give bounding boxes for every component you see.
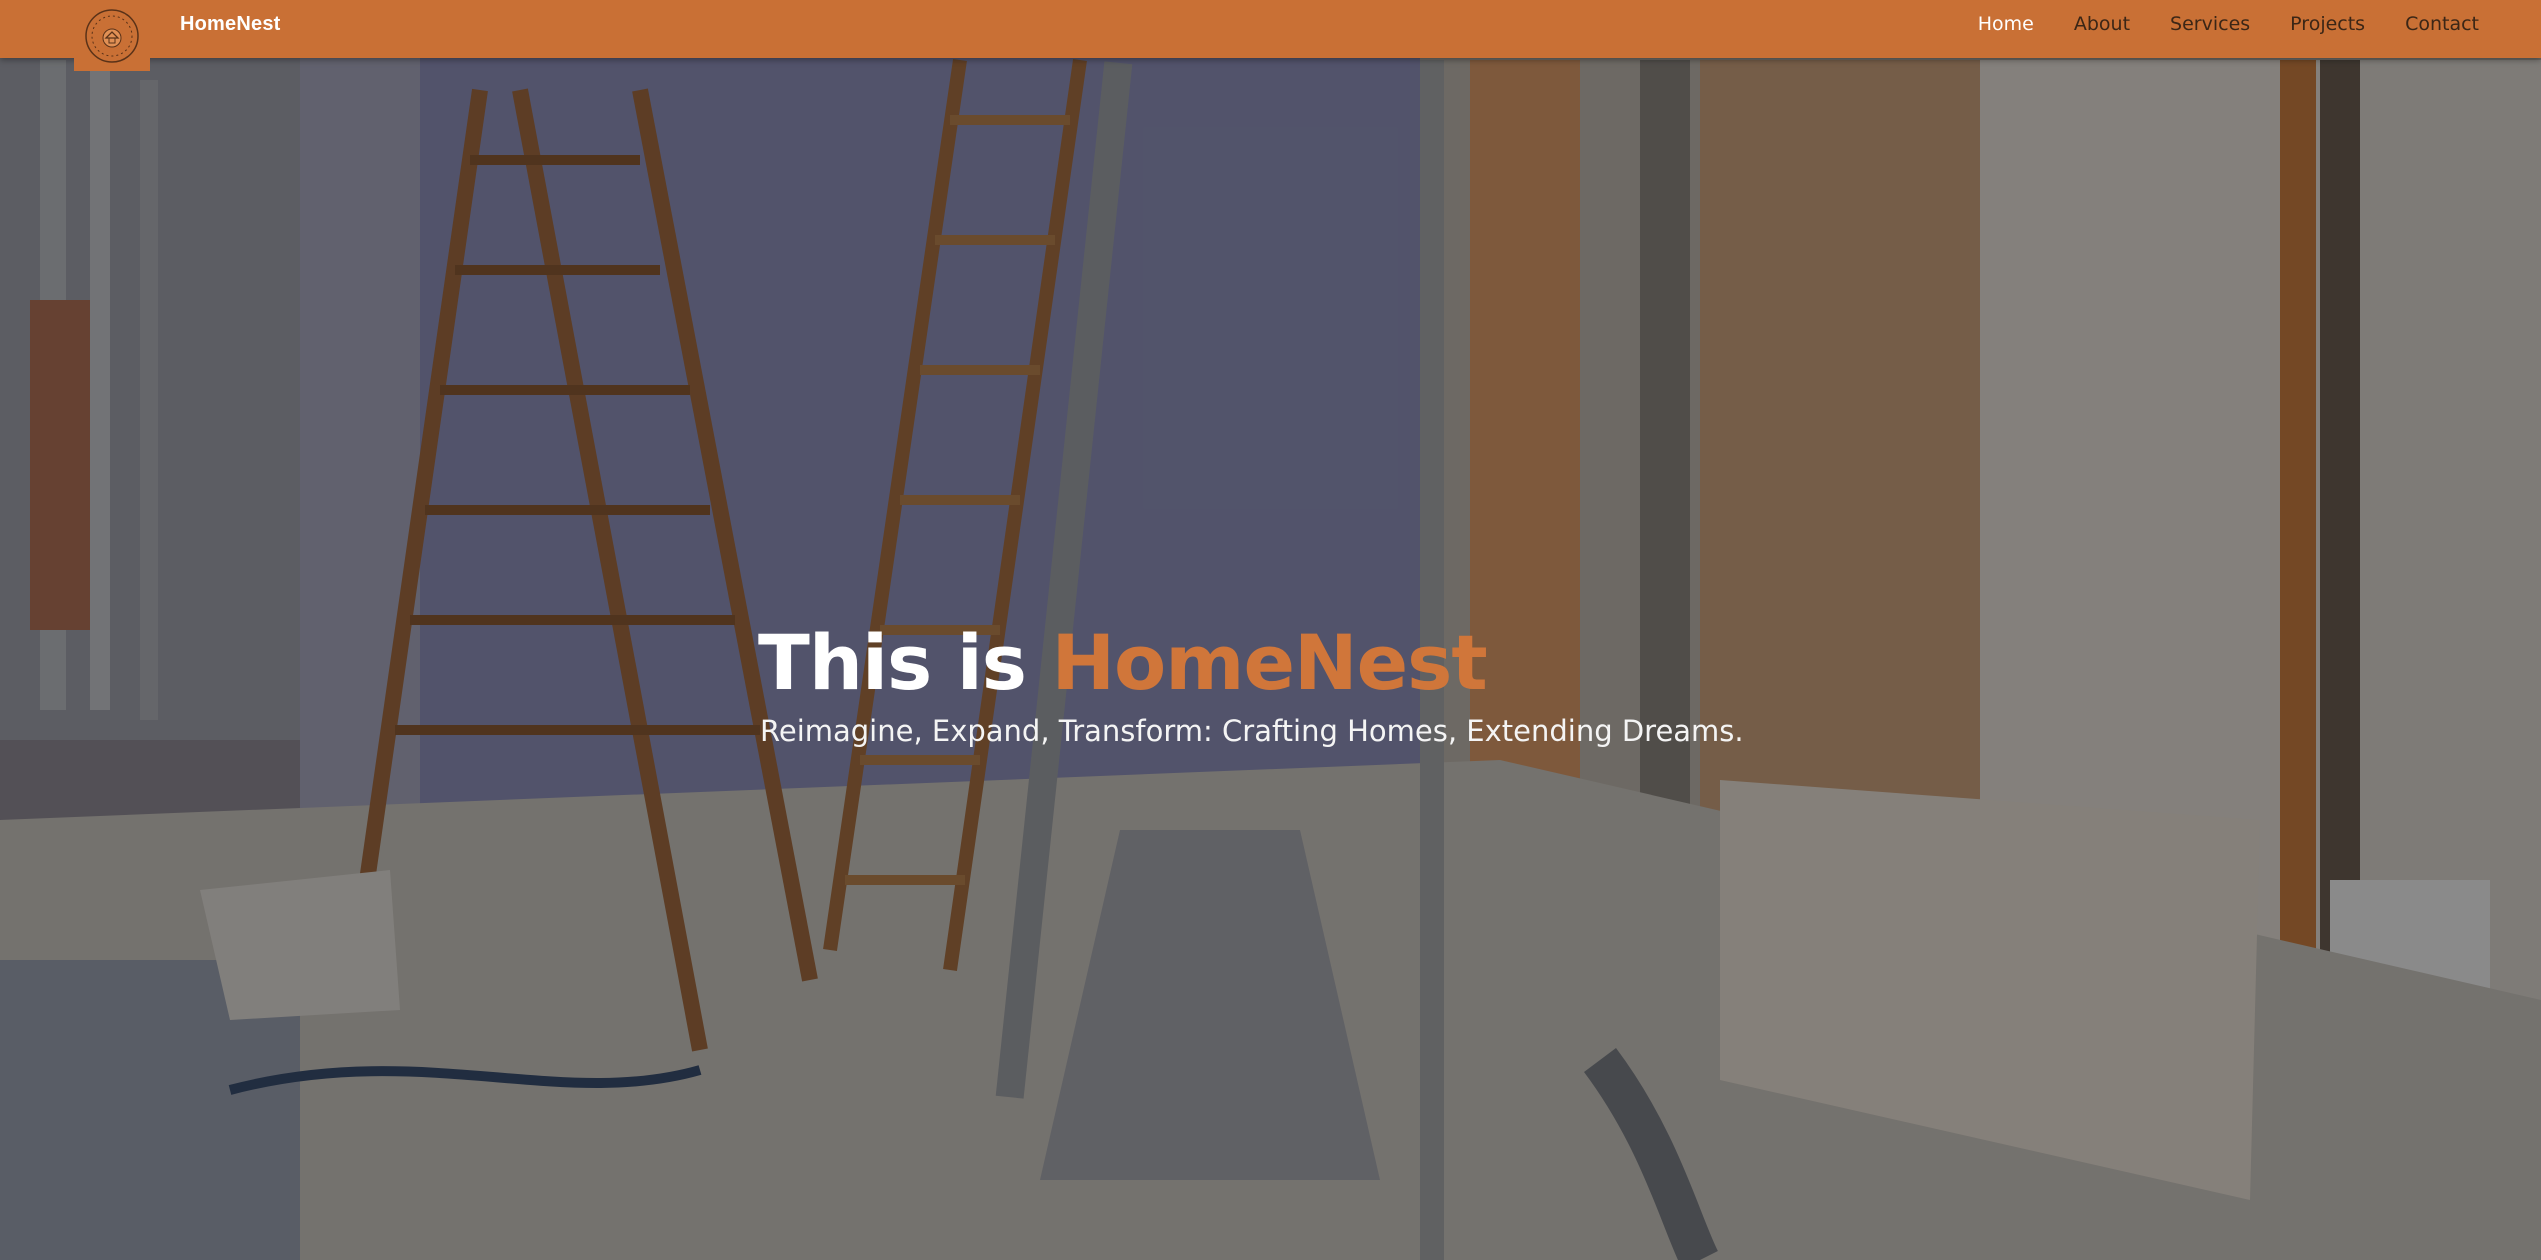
brand-name[interactable]: HomeNest bbox=[180, 13, 281, 36]
nav-about[interactable]: About bbox=[2074, 13, 2130, 35]
nav-services[interactable]: Services bbox=[2170, 13, 2250, 35]
hero-title: This is HomeNest bbox=[758, 618, 1744, 708]
hero-title-accent: HomeNest bbox=[1051, 618, 1487, 707]
nav-projects[interactable]: Projects bbox=[2290, 13, 2365, 35]
navbar: HomeNest Home About Services Projects Co… bbox=[0, 0, 2541, 71]
house-seal-logo-icon bbox=[85, 8, 139, 63]
brand-logo[interactable] bbox=[74, 0, 150, 71]
nav-menu: Home About Services Projects Contact bbox=[1978, 0, 2479, 48]
page: HomeNest Home About Services Projects Co… bbox=[0, 0, 2541, 1260]
hero-subtitle: Reimagine, Expand, Transform: Crafting H… bbox=[760, 714, 1744, 748]
nav-home[interactable]: Home bbox=[1978, 13, 2034, 35]
hero-title-prefix: This is bbox=[758, 618, 1052, 707]
nav-contact[interactable]: Contact bbox=[2405, 13, 2479, 35]
hero-section: This is HomeNest Reimagine, Expand, Tran… bbox=[758, 618, 1744, 748]
